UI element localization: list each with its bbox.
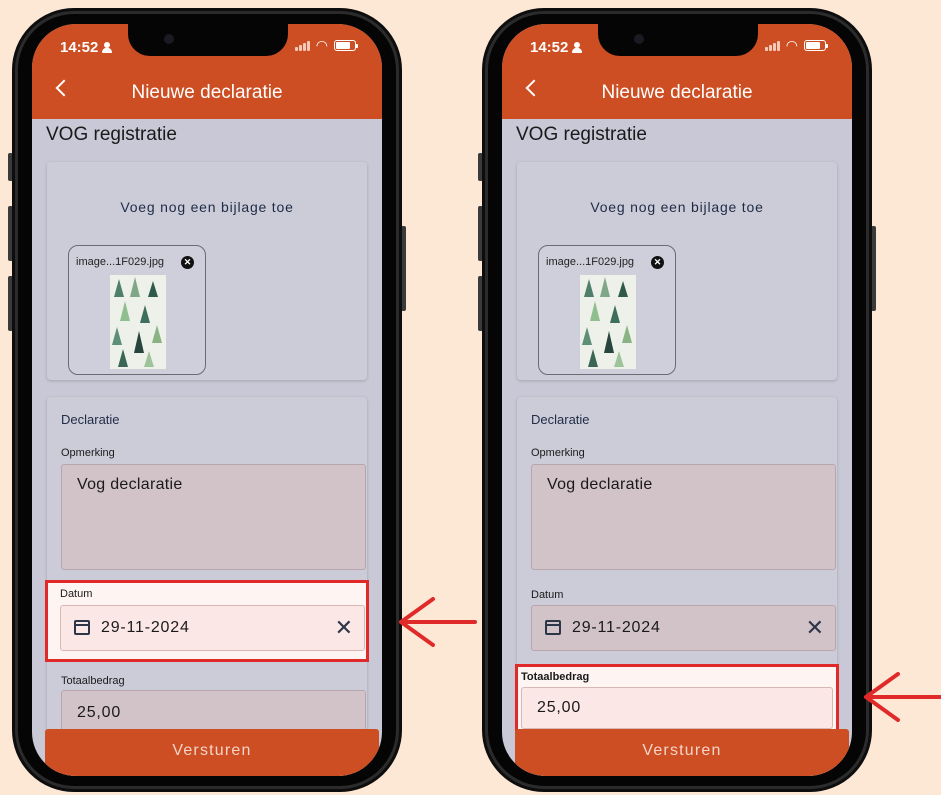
date-field-highlight: Datum 29-11-2024 ✕: [45, 580, 369, 662]
app-header: 14:52 ◠ Nieuwe declaratie: [502, 24, 852, 119]
signal-icon: [764, 40, 780, 51]
attachments-card: Voeg nog een bijlage toe image...1F029.j…: [47, 162, 367, 380]
calendar-icon[interactable]: [74, 620, 90, 635]
section-title: VOG registratie: [516, 124, 647, 145]
attachment-thumbnail[interactable]: image...1F029.jpg ✕: [538, 245, 676, 375]
amount-label: Totaalbedrag: [61, 675, 125, 687]
clear-icon[interactable]: ✕: [806, 615, 824, 641]
attachment-file-name: image...1F029.jpg: [546, 256, 635, 268]
notch: [598, 24, 758, 56]
date-label: Datum: [60, 588, 93, 600]
annotation-arrow-left: [399, 597, 477, 647]
app-screen: 14:52 ◠ Nieuwe declaratie VOG registrati…: [502, 24, 852, 776]
remove-attachment-icon[interactable]: ✕: [651, 256, 664, 269]
form-heading: Declaratie: [531, 412, 590, 427]
status-bar-icons: ◠: [764, 37, 828, 53]
battery-icon: [804, 40, 828, 51]
page-title: Nieuwe declaratie: [131, 82, 283, 103]
battery-icon: [334, 40, 358, 51]
attachment-thumbnail[interactable]: image...1F029.jpg ✕: [68, 245, 206, 375]
notch: [128, 24, 288, 56]
attachment-image: [110, 275, 166, 369]
status-bar-time: 14:52: [60, 39, 113, 56]
attachments-card: Voeg nog een bijlage toe image...1F029.j…: [517, 162, 837, 380]
status-bar-icons: ◠: [294, 37, 358, 53]
submit-button[interactable]: Versturen: [515, 729, 849, 776]
attachment-file-name: image...1F029.jpg: [76, 256, 165, 268]
phone-left: 14:52 ◠ Nieuwe declaratie VOG registrati…: [8, 8, 406, 792]
camera-icon: [164, 34, 174, 44]
form-heading: Declaratie: [61, 412, 120, 427]
remark-textarea[interactable]: Vog declaratie: [61, 464, 366, 570]
app-screen: 14:52 ◠ Nieuwe declaratie VOG registrati…: [32, 24, 382, 776]
amount-field-highlight: Totaalbedrag 25,00: [515, 664, 839, 732]
person-icon: [102, 42, 113, 53]
signal-icon: [294, 40, 310, 51]
wifi-icon: ◠: [315, 37, 328, 53]
add-attachment-button[interactable]: Voeg nog een bijlage toe: [517, 199, 837, 215]
person-icon: [572, 42, 583, 53]
add-attachment-button[interactable]: Voeg nog een bijlage toe: [47, 199, 367, 215]
page-title: Nieuwe declaratie: [601, 82, 753, 103]
attachment-image: [580, 275, 636, 369]
annotation-arrow-right: [864, 672, 941, 722]
remark-label: Opmerking: [531, 447, 585, 459]
phone-right: 14:52 ◠ Nieuwe declaratie VOG registrati…: [478, 8, 876, 792]
submit-button[interactable]: Versturen: [45, 729, 379, 776]
clear-icon[interactable]: ✕: [335, 615, 353, 641]
app-header: 14:52 ◠ Nieuwe declaratie: [32, 24, 382, 119]
calendar-icon[interactable]: [545, 620, 561, 635]
remark-value: Vog declaratie: [77, 476, 183, 493]
amount-value: 25,00: [77, 704, 122, 721]
date-input[interactable]: 29-11-2024 ✕: [60, 605, 365, 651]
remark-value: Vog declaratie: [547, 476, 653, 493]
section-title: VOG registratie: [46, 124, 177, 145]
remark-label: Opmerking: [61, 447, 115, 459]
remove-attachment-icon[interactable]: ✕: [181, 256, 194, 269]
date-value: 29-11-2024: [101, 619, 190, 636]
camera-icon: [634, 34, 644, 44]
amount-value: 25,00: [537, 699, 582, 716]
date-label: Datum: [531, 589, 564, 601]
remark-textarea[interactable]: Vog declaratie: [531, 464, 836, 570]
amount-input[interactable]: 25,00: [521, 687, 833, 729]
wifi-icon: ◠: [785, 37, 798, 53]
date-input[interactable]: 29-11-2024 ✕: [531, 605, 836, 651]
date-value: 29-11-2024: [572, 619, 661, 636]
status-bar-time: 14:52: [530, 39, 583, 56]
amount-label: Totaalbedrag: [521, 671, 590, 683]
